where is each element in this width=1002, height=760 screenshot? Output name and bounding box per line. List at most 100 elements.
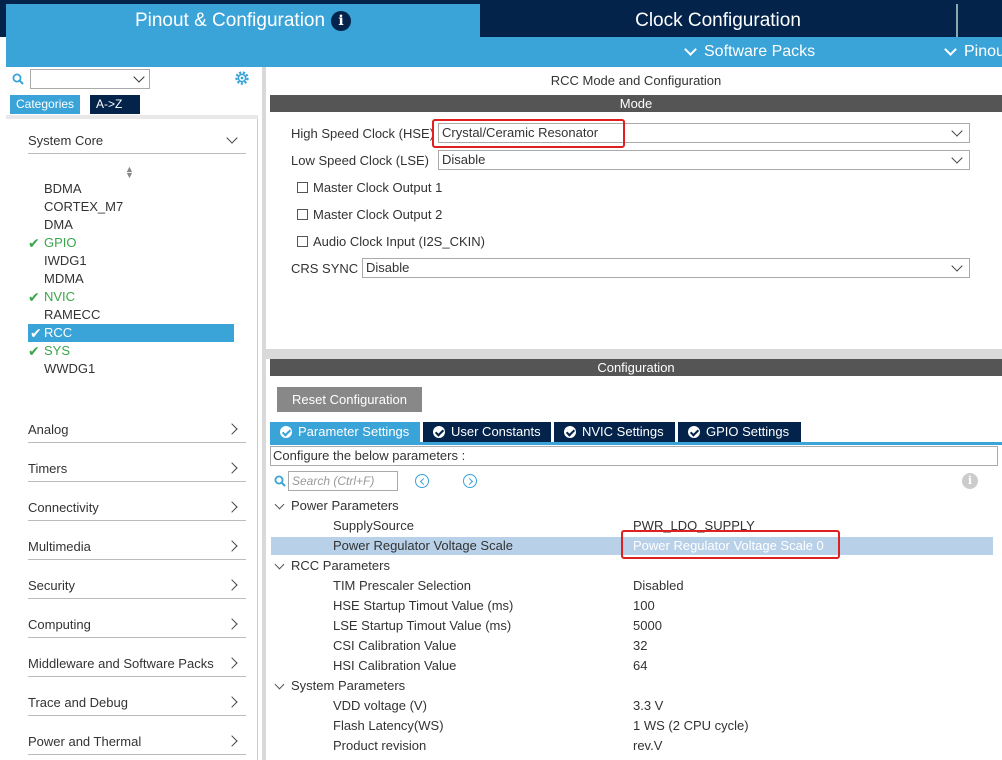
software-packs-menu[interactable]: Software Packs <box>684 43 816 61</box>
highlight-box <box>432 119 625 148</box>
tab-pinout-configuration[interactable]: Pinout & Configuration i <box>6 4 480 37</box>
core-item-mdma[interactable]: MDMA <box>44 270 84 288</box>
section-label: System Core <box>28 133 104 148</box>
tab-parameter-settings[interactable]: Parameter Settings <box>270 422 420 442</box>
section-computing[interactable]: Computing <box>28 612 246 638</box>
param-name: TIM Prescaler Selection <box>333 578 471 593</box>
info-icon[interactable]: i <box>962 473 978 489</box>
param-name: Product revision <box>333 738 427 753</box>
divider <box>266 349 1002 359</box>
mco2-label: Master Clock Output 2 <box>313 207 443 222</box>
section-trace-debug[interactable]: Trace and Debug <box>28 690 246 716</box>
info-icon[interactable]: i <box>331 10 352 31</box>
section-timers[interactable]: Timers <box>28 456 246 482</box>
group-rcc-parameters[interactable]: RCC Parameters <box>274 558 390 573</box>
tab-user-constants[interactable]: User Constants <box>423 422 551 442</box>
param-name: Power Regulator Voltage Scale <box>333 538 513 553</box>
pinout-menu-label: Pinout <box>964 43 1002 60</box>
param-value[interactable]: Disabled <box>633 578 684 593</box>
core-item-gpio[interactable]: ✔ GPIO <box>28 234 77 252</box>
audio-clock-label: Audio Clock Input (I2S_CKIN) <box>313 234 485 249</box>
core-item-cortex-m7[interactable]: CORTEX_M7 <box>44 198 123 216</box>
pinout-menu[interactable]: Pinout <box>944 43 1002 61</box>
param-value[interactable]: 5000 <box>633 618 662 633</box>
param-value[interactable]: 100 <box>633 598 655 613</box>
tab-clock-label: Clock Configuration <box>635 9 801 31</box>
chevron-down-icon <box>274 679 285 690</box>
category-toolbar: Categories A->Z <box>6 67 258 117</box>
group-power-parameters[interactable]: Power Parameters <box>274 498 399 513</box>
gear-icon[interactable] <box>234 70 250 86</box>
section-system-core[interactable]: System Core <box>28 128 246 154</box>
check-circle-icon <box>433 426 445 438</box>
section-security[interactable]: Security <box>28 573 246 599</box>
tab-pinout-label: Pinout & Configuration <box>134 9 326 31</box>
group-system-parameters[interactable]: System Parameters <box>274 678 405 693</box>
chevron-down-icon <box>684 43 697 56</box>
core-item-bdma[interactable]: BDMA <box>44 180 82 198</box>
crs-sync-select[interactable]: Disable <box>362 258 970 278</box>
reset-configuration-button[interactable]: Reset Configuration <box>277 387 422 412</box>
software-packs-label: Software Packs <box>704 43 816 60</box>
core-item-sys[interactable]: ✔ SYS <box>28 342 70 360</box>
chevron-down-icon <box>951 125 963 137</box>
highlight-box <box>621 530 840 559</box>
param-value[interactable]: 64 <box>633 658 647 673</box>
core-item-iwdg1[interactable]: IWDG1 <box>44 252 87 270</box>
tab-clock-configuration[interactable]: Clock Configuration <box>482 4 954 37</box>
param-name: Flash Latency(WS) <box>333 718 444 733</box>
chevron-right-icon <box>226 735 238 747</box>
check-icon: ✔ <box>28 235 40 251</box>
param-value[interactable]: rev.V <box>633 738 662 753</box>
core-item-dma[interactable]: DMA <box>44 216 73 234</box>
core-item-nvic[interactable]: ✔ NVIC <box>28 288 75 306</box>
next-match-icon[interactable] <box>463 474 477 488</box>
section-connectivity[interactable]: Connectivity <box>28 495 246 521</box>
section-analog[interactable]: Analog <box>28 417 246 443</box>
lse-select[interactable]: Disable <box>438 150 970 170</box>
core-item-ramecc[interactable]: RAMECC <box>44 306 100 324</box>
tab-categories[interactable]: Categories <box>10 95 81 114</box>
mco2-checkbox[interactable] <box>297 209 308 220</box>
configure-hint: Configure the below parameters : <box>270 446 998 466</box>
core-item-rcc[interactable]: ✔ RCC <box>28 324 234 342</box>
audio-clock-checkbox[interactable] <box>297 236 308 247</box>
parameter-search-input[interactable]: Search (Ctrl+F) <box>288 471 398 491</box>
core-item-wwdg1[interactable]: WWDG1 <box>44 360 95 378</box>
param-value[interactable]: 1 WS (2 CPU cycle) <box>633 718 749 733</box>
param-name: LSE Startup Timout Value (ms) <box>333 618 512 633</box>
section-power-thermal[interactable]: Power and Thermal <box>28 729 246 755</box>
chevron-down-icon <box>944 43 957 56</box>
sort-icon[interactable]: ▲ ▼ <box>125 165 134 180</box>
chevron-down-icon <box>274 499 285 510</box>
search-combo[interactable] <box>30 69 150 89</box>
check-icon: ✔ <box>28 289 40 305</box>
panel-title: RCC Mode and Configuration <box>550 73 722 88</box>
configuration-header: Configuration <box>270 359 1002 376</box>
chevron-down-icon <box>274 559 285 570</box>
tab-a-to-z[interactable]: A->Z <box>90 95 140 114</box>
top-tab-bar: Pinout & Configuration i Clock Configura… <box>0 0 1002 37</box>
section-multimedia[interactable]: Multimedia <box>28 534 246 560</box>
param-name: CSI Calibration Value <box>333 638 457 653</box>
chevron-down-icon <box>951 260 963 272</box>
param-value[interactable]: 3.3 V <box>633 698 663 713</box>
crs-sync-value: Disable <box>366 260 410 275</box>
check-circle-icon: ✔ <box>30 325 42 341</box>
tab-nvic-settings[interactable]: NVIC Settings <box>554 422 675 442</box>
lse-label: Low Speed Clock (LSE) <box>291 153 430 168</box>
param-name: HSE Startup Timout Value (ms) <box>333 598 514 613</box>
mco1-checkbox[interactable] <box>297 182 308 193</box>
tab-gpio-settings[interactable]: GPIO Settings <box>678 422 801 442</box>
chevron-down-icon <box>133 71 145 83</box>
section-middleware[interactable]: Middleware and Software Packs <box>28 651 246 677</box>
check-circle-icon <box>688 426 700 438</box>
secondary-toolbar: Software Packs Pinout <box>6 37 1002 67</box>
chevron-right-icon <box>226 657 238 669</box>
param-value[interactable]: 32 <box>633 638 647 653</box>
chevron-right-icon <box>226 462 238 474</box>
tab-overflow[interactable] <box>956 4 1002 37</box>
chevron-right-icon <box>226 423 238 435</box>
category-panel: Categories A->Z System Core ▲ ▼ BDMA CORT… <box>6 67 258 760</box>
previous-match-icon[interactable] <box>415 474 429 488</box>
